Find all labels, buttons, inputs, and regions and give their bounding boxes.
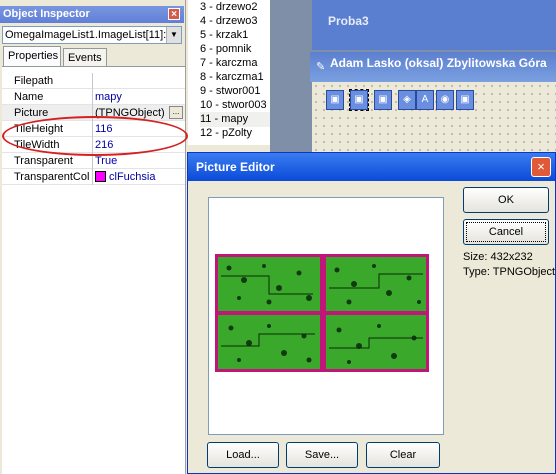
component-icon[interactable]: ◉ — [436, 90, 454, 110]
save-button[interactable]: Save... — [286, 442, 358, 468]
property-row-transparentcolor[interactable]: TransparentCol clFuchsia — [2, 169, 185, 185]
property-row-filepath[interactable]: Filepath — [2, 73, 185, 89]
property-name: Name — [14, 91, 44, 103]
ellipsis-button[interactable]: ... — [169, 106, 183, 119]
tab-properties[interactable]: Properties — [3, 46, 61, 66]
property-value[interactable]: mapy — [92, 89, 184, 105]
tile-map-image — [215, 254, 429, 372]
list-item[interactable]: 5 - krzak1 — [200, 28, 270, 43]
picture-editor-titlebar: Picture Editor — [188, 153, 555, 181]
property-name: Filepath — [14, 75, 54, 87]
list-item[interactable]: 8 - karczma1 — [200, 70, 270, 85]
close-icon[interactable]: × — [168, 8, 180, 20]
picture-size-text: Size: 432x232 — [463, 251, 533, 263]
designer-background: Proba3 — [312, 0, 556, 50]
form-icon: ✎ — [316, 61, 326, 73]
form-caption: Adam Lasko (oksal) Zbylitowska Góra — [330, 56, 547, 70]
list-item[interactable]: 7 - karczma — [200, 56, 270, 71]
list-item[interactable]: 12 - pZolty — [200, 126, 270, 141]
list-item[interactable]: 10 - stwor003 — [200, 98, 270, 113]
window-title-text: Object Inspector — [3, 8, 90, 20]
picture-type-text: Type: TPNGObject — [463, 266, 556, 278]
component-icon[interactable]: ▣ — [456, 90, 474, 110]
picture-editor-dialog: Picture Editor × OK Cancel Size: 432x232… — [187, 152, 556, 474]
component-icon[interactable]: ◈ — [398, 90, 416, 110]
property-row-name[interactable]: Name mapy — [2, 89, 185, 105]
component-selector-value: OmegaImageList1.ImageList[11]: — [5, 29, 167, 41]
picture-editor-title: Picture Editor — [196, 160, 275, 174]
highlight-ellipse — [2, 116, 188, 156]
clear-button[interactable]: Clear — [366, 442, 440, 468]
list-item[interactable]: 9 - stwor001 — [200, 84, 270, 99]
load-button[interactable]: Load... — [207, 442, 279, 468]
selected-component-icon[interactable]: ▣ — [349, 89, 369, 111]
form-surface — [312, 82, 556, 160]
chevron-down-icon[interactable]: ▼ — [166, 27, 181, 43]
form-designer: Proba3 ✎ Adam Lasko (oksal) Zbylitowska … — [270, 0, 556, 160]
color-value-text: clFuchsia — [109, 171, 156, 183]
close-icon[interactable]: × — [531, 157, 551, 177]
probe-form-title: Proba3 — [328, 14, 369, 28]
component-icon[interactable]: ▣ — [326, 90, 344, 110]
object-inspector-window: Object Inspector × OmegaImageList1.Image… — [0, 0, 186, 474]
property-value[interactable] — [92, 73, 184, 89]
picture-info: Size: 432x232 Type: TPNGObject — [463, 250, 555, 280]
object-inspector-title: Object Inspector × — [0, 6, 184, 23]
color-swatch — [95, 171, 106, 182]
picture-preview — [208, 197, 444, 435]
list-item[interactable]: 3 - drzewo2 — [200, 0, 270, 15]
component-icon[interactable]: ▣ — [374, 90, 392, 110]
list-item[interactable]: 6 - pomnik — [200, 42, 270, 57]
list-item-selected[interactable]: 11 - mapy — [200, 112, 270, 127]
component-selector[interactable]: OmegaImageList1.ImageList[11]: ▼ — [2, 26, 182, 44]
cancel-button[interactable]: Cancel — [463, 219, 549, 245]
image-list: 3 - drzewo2 4 - drzewo3 5 - krzak1 6 - p… — [188, 0, 270, 145]
list-item[interactable]: 4 - drzewo3 — [200, 14, 270, 29]
component-icon[interactable]: A — [416, 90, 434, 110]
property-value[interactable]: clFuchsia — [92, 169, 184, 185]
ok-button[interactable]: OK — [463, 187, 549, 213]
tab-events[interactable]: Events — [63, 48, 107, 66]
property-name: TransparentCol — [14, 171, 90, 183]
